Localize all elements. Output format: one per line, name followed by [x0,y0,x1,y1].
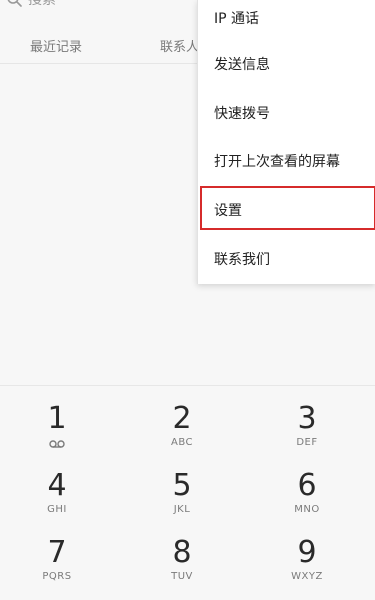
key-7[interactable]: 7 PQRS [2,537,112,600]
key-digit: 5 [172,468,192,503]
key-letters: DEF [296,437,318,448]
menu-item-settings[interactable]: 设置 [198,186,375,234]
menu-item-label: IP 通话 [214,11,260,27]
key-digit: 6 [297,468,317,503]
menu-item-label: 设置 [214,203,242,219]
search-icon [7,0,22,7]
key-letters: GHI [47,504,67,515]
menu-item-label: 快速拨号 [214,106,270,122]
menu-item-label: 发送信息 [214,57,270,73]
key-letters: PQRS [42,571,72,582]
key-letters: JKL [173,504,191,515]
key-8[interactable]: 8 TUV [127,537,237,600]
menu-item-label: 打开上次查看的屏幕 [214,154,340,170]
key-letters: ABC [170,437,193,448]
key-letters: MNO [294,504,320,515]
overflow-menu: IP 通话 发送信息 快速拨号 打开上次查看的屏幕 设置 联系我们 [197,0,375,284]
menu-item-ip-call[interactable]: IP 通话 [198,0,375,42]
key-digit: 4 [47,468,67,503]
tab-recent[interactable]: 最近记录 [30,36,82,55]
key-6[interactable]: 6 MNO [252,470,362,534]
menu-item-label: 联系我们 [214,252,270,268]
voicemail-icon [49,440,65,448]
dial-keypad: 1 2 ABC 3 DEF 4 GHI 5 JKL 6 MNO 7 PQRS 8… [0,386,375,600]
menu-item-speed-dial[interactable]: 快速拨号 [198,89,375,137]
key-2[interactable]: 2 ABC [127,403,237,467]
key-digit: 8 [172,535,192,570]
key-digit: 3 [297,401,317,436]
key-4[interactable]: 4 GHI [2,470,112,534]
key-1[interactable]: 1 [2,403,112,467]
key-digit: 9 [297,535,317,570]
menu-item-contact-us[interactable]: 联系我们 [198,235,375,283]
key-digit: 7 [47,535,67,570]
key-digit: 1 [47,401,67,436]
key-letters: WXYZ [291,571,323,582]
key-3[interactable]: 3 DEF [252,403,362,467]
key-letters: TUV [171,571,193,582]
search-placeholder: 搜索 [28,0,56,8]
key-digit: 2 [172,401,192,436]
menu-item-send-message[interactable]: 发送信息 [198,40,375,88]
key-5[interactable]: 5 JKL [127,470,237,534]
tab-contacts[interactable]: 联系人 [160,36,199,55]
key-9[interactable]: 9 WXYZ [252,537,362,600]
menu-item-open-last-screen[interactable]: 打开上次查看的屏幕 [198,137,375,185]
